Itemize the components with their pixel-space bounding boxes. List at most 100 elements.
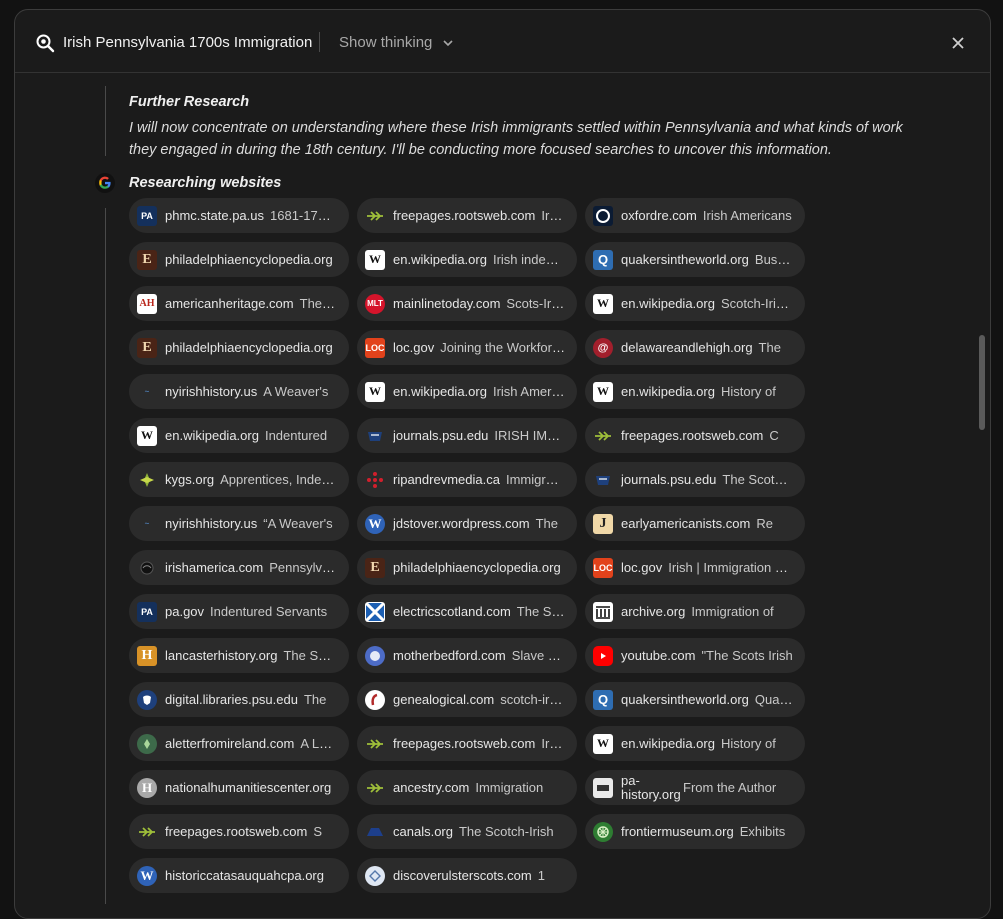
source-chip[interactable]: PA pa.gov Indentured Servants (129, 594, 349, 629)
source-chip[interactable]: electricscotland.com The Scotch-Irish (357, 594, 577, 629)
phila-favicon-icon: E (365, 557, 385, 578)
thread-line (105, 208, 106, 904)
source-chip-text: en.wikipedia.org Irish Americans (393, 384, 565, 399)
source-chip[interactable]: Qquakersintheworld.org Business (585, 242, 805, 277)
source-chip[interactable]: PA phmc.state.pa.us 1681-1776: The Quaker … (129, 198, 349, 233)
source-chip[interactable]: ripandrevmedia.ca Immigration (357, 462, 577, 497)
phila-favicon-icon: E (137, 249, 157, 270)
wiki-favicon-icon: W (365, 249, 385, 270)
source-chip[interactable]: Wen.wikipedia.org History of (585, 726, 805, 761)
source-chip[interactable]: Wen.wikipedia.org Irish Americans (357, 374, 577, 409)
source-title: Irish (541, 736, 565, 751)
source-chip-text: historiccatasauquahcpa.org (165, 868, 324, 883)
source-chip[interactable]: Qquakersintheworld.org Quakers (585, 682, 805, 717)
source-chip[interactable]: journals.psu.edu The Scotch-Irish (585, 462, 805, 497)
source-chip-text: philadelphiaencyclopedia.org (165, 252, 333, 267)
source-chip[interactable]: motherbedford.com Slave and (357, 638, 577, 673)
source-domain: loc.gov (621, 560, 663, 575)
source-chip[interactable]: LOC loc.gov Joining the Workforce (357, 330, 577, 365)
deep-research-icon (36, 34, 55, 53)
source-chip-text: loc.gov Irish | Immigration and (621, 560, 793, 575)
source-domain: irishamerica.com (165, 560, 264, 575)
source-chip[interactable]: journals.psu.edu IRISH IMMIGRANTS (357, 418, 577, 453)
source-chip[interactable]: Hnationalhumanitiescenter.org (129, 770, 349, 805)
source-chip[interactable]: Wen.wikipedia.org Irish indentured servan… (357, 242, 577, 277)
source-chip[interactable]: Ephiladelphiaencyclopedia.org (357, 550, 577, 585)
source-chip[interactable]: oxfordre.com Irish Americans (585, 198, 805, 233)
source-domain: frontiermuseum.org (621, 824, 734, 839)
source-chip[interactable]: discoverulsterscots.com 1 (357, 858, 577, 893)
source-domain: ripandrevmedia.ca (393, 472, 500, 487)
source-chip[interactable]: freepages.rootsweb.com Irish (357, 726, 577, 761)
source-domain: freepages.rootsweb.com (165, 824, 308, 839)
source-chip[interactable]: MLT mainlinetoday.com Scots-Irish (357, 286, 577, 321)
source-chip-text: genealogical.com scotch-irish (393, 692, 565, 707)
source-chip[interactable]: @ delawareandlehigh.org The (585, 330, 805, 365)
source-chip-text: nyirishhistory.us A Weaver's (165, 384, 328, 399)
source-title: Apprentices, Indentured (220, 472, 337, 487)
source-chip-text: nyirishhistory.us “A Weaver's (165, 516, 333, 531)
source-chip-text: freepages.rootsweb.com Irish (393, 208, 565, 223)
source-chip[interactable]: frontiermuseum.org Exhibits (585, 814, 805, 849)
source-chip-text: motherbedford.com Slave and (393, 648, 565, 663)
source-chip[interactable]: digital.libraries.psu.edu The (129, 682, 349, 717)
source-chip[interactable]: Ephiladelphiaencyclopedia.org (129, 242, 349, 277)
scrollbar-thumb[interactable] (979, 335, 985, 430)
source-chip[interactable]: canals.org The Scotch-Irish (357, 814, 577, 849)
source-chip[interactable]: irishamerica.com Pennsylvania (129, 550, 349, 585)
source-chip[interactable]: Wen.wikipedia.org Indentured (129, 418, 349, 453)
source-domain: en.wikipedia.org (621, 384, 715, 399)
source-chip[interactable]: kygs.org Apprentices, Indentured (129, 462, 349, 497)
source-chip[interactable]: LOC loc.gov Irish | Immigration and (585, 550, 805, 585)
source-chip[interactable]: freepages.rootsweb.com C (585, 418, 805, 453)
source-chip[interactable]: Hlancasterhistory.org The Scotch-Irish (129, 638, 349, 673)
chevron-down-icon (443, 39, 453, 46)
source-chip[interactable]: ~ nyirishhistory.us A Weaver's (129, 374, 349, 409)
source-chip-text: pa.gov Indentured Servants (165, 604, 327, 619)
source-title: The Scotch-Irish (722, 472, 793, 487)
wp-favicon-icon: W (365, 513, 385, 534)
further-research-text: I will now concentrate on understanding … (129, 120, 903, 158)
thread-line (105, 86, 106, 156)
source-chip[interactable]: Whistoriccatasauquahcpa.org (129, 858, 349, 893)
panel-content: Further Research I will now concentrate … (15, 74, 990, 918)
source-chip[interactable]: Wen.wikipedia.org Scotch-Irish Americans (585, 286, 805, 321)
source-chip[interactable]: archive.org Immigration of (585, 594, 805, 629)
source-chip[interactable]: youtube.com "The Scots Irish (585, 638, 805, 673)
source-chip-text: nationalhumanitiescenter.org (165, 780, 331, 795)
source-chip[interactable]: freepages.rootsweb.com Irish (357, 198, 577, 233)
source-title: Immigration (505, 472, 565, 487)
loc-favicon-icon: LOC (365, 337, 385, 358)
ulster-favicon-icon (365, 865, 385, 886)
source-chip[interactable]: ancestry.com Immigration (357, 770, 577, 805)
close-icon[interactable] (949, 34, 967, 52)
source-chip-text: en.wikipedia.org Scotch-Irish Americans (621, 296, 793, 311)
source-chip[interactable]: Jearlyamericanists.com Re (585, 506, 805, 541)
source-chip[interactable]: freepages.rootsweb.com S (129, 814, 349, 849)
source-chip[interactable]: genealogical.com scotch-irish (357, 682, 577, 717)
quaker-favicon-icon: Q (593, 249, 613, 270)
source-chip-text: delawareandlehigh.org The (621, 340, 781, 355)
source-chip-text: quakersintheworld.org Quakers (621, 692, 793, 707)
source-title: Irish (541, 208, 565, 223)
source-domain: pa-history.org (621, 773, 681, 802)
source-chip[interactable]: Ephiladelphiaencyclopedia.org (129, 330, 349, 365)
oxford-favicon-icon (593, 205, 613, 226)
source-title: Exhibits (739, 824, 786, 839)
show-thinking-toggle[interactable]: Show thinking (339, 34, 454, 51)
rootsweb-favicon-icon (137, 822, 157, 842)
source-chip[interactable]: aletterfromireland.com A Letter (129, 726, 349, 761)
pa-favicon-icon: PA (137, 601, 157, 622)
page-title: Irish Pennsylvania 1700s Immigration (63, 34, 313, 51)
psudl-favicon-icon (137, 689, 157, 710)
source-chip[interactable]: AH americanheritage.com The Scotch-Irish (129, 286, 349, 321)
source-chip[interactable]: Wen.wikipedia.org History of (585, 374, 805, 409)
source-chip[interactable]: ~ nyirishhistory.us “A Weaver's (129, 506, 349, 541)
source-chip-text: journals.psu.edu The Scotch-Irish (621, 472, 793, 487)
source-chip[interactable]: pa-history.org From the Author (585, 770, 805, 805)
source-title: Irish indentured servants (492, 252, 565, 267)
source-chip[interactable]: Wjdstover.wordpress.com The (357, 506, 577, 541)
source-chip-text: quakersintheworld.org Business (621, 252, 793, 267)
source-domain: journals.psu.edu (393, 428, 489, 443)
source-chip-text: journals.psu.edu IRISH IMMIGRANTS (393, 428, 565, 443)
